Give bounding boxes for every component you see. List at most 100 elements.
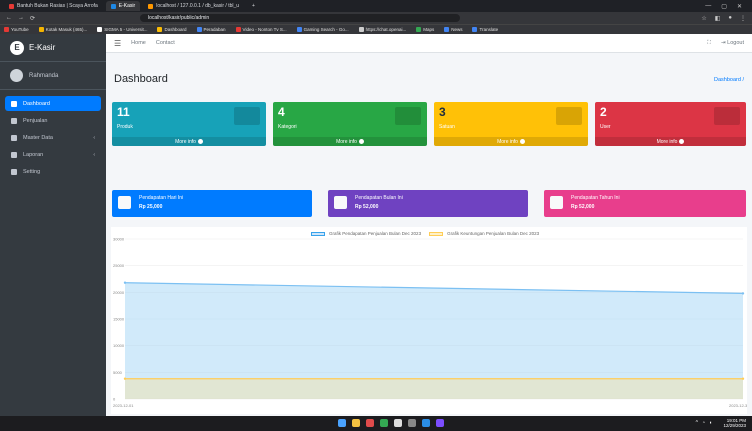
- boxes-icon: [234, 107, 260, 125]
- menu-icon[interactable]: ⋮: [740, 15, 746, 22]
- user-panel[interactable]: Rahmanda: [0, 62, 106, 90]
- wifi-icon[interactable]: ◔: [702, 420, 705, 426]
- money-icon: [118, 196, 131, 209]
- y-tick-label: 10000: [113, 343, 125, 348]
- more-info-link[interactable]: More info: [595, 137, 746, 146]
- area-chart: 0 5000 10000 15000 20000 25000 30000 2023-12-01…: [113, 237, 747, 409]
- stat-number: 11: [117, 105, 130, 119]
- more-info-link[interactable]: More info: [112, 137, 266, 146]
- obs-icon[interactable]: [394, 419, 402, 427]
- vscode-icon[interactable]: [422, 419, 430, 427]
- store-icon[interactable]: [366, 419, 374, 427]
- sidebar-item-laporan[interactable]: Laporan ‹: [5, 147, 101, 162]
- clock[interactable]: 19:01 PM 12/29/2023: [723, 418, 746, 428]
- y-tick-label: 25000: [113, 263, 125, 268]
- bookmark-news[interactable]: News: [444, 27, 462, 32]
- stat-label: Kategori: [278, 124, 297, 130]
- new-tab-button[interactable]: +: [247, 1, 260, 11]
- extensions-icon[interactable]: ◧: [715, 15, 721, 22]
- bookmark-gaming[interactable]: Gaming Search - Go...: [296, 27, 349, 32]
- info-box-tahun-ini: Pendapatan Tahun Ini Rp 52,000: [544, 190, 746, 217]
- y-tick-label: 20000: [113, 290, 125, 295]
- arrow-circle-right-icon: [519, 139, 525, 144]
- system-tray: ^ ◔ ◖: [696, 420, 712, 426]
- bookmark-star-icon[interactable]: ☆: [701, 15, 706, 22]
- close-icon[interactable]: ✕: [737, 3, 742, 10]
- money-icon: [334, 196, 347, 209]
- logout-button[interactable]: ⇥ Logout: [721, 40, 744, 47]
- bookmark-youtube[interactable]: YouTube: [4, 27, 29, 32]
- stat-box-produk: 11 Produk More info: [112, 102, 266, 146]
- maximize-icon[interactable]: ▢: [721, 3, 727, 10]
- arrow-circle-right-icon: [679, 139, 685, 144]
- minimize-icon[interactable]: —: [705, 3, 711, 10]
- money-icon: [550, 196, 563, 209]
- sidebar-nav: Dashboard Penjualan Master Data ‹ Laporan…: [0, 90, 106, 187]
- y-tick-label: 0: [113, 397, 116, 402]
- volume-icon[interactable]: ◖: [709, 420, 712, 426]
- chrome-icon[interactable]: [380, 419, 388, 427]
- series-area: [125, 378, 743, 399]
- windows-taskbar: ^ ◔ ◖ 19:01 PM 12/29/2023: [0, 416, 752, 431]
- bookmark-peradaban[interactable]: Peradaban: [196, 27, 226, 32]
- settings-icon[interactable]: [408, 419, 416, 427]
- list-icon: [556, 107, 582, 125]
- browser-tab-2[interactable]: E-Kasir: [105, 1, 141, 11]
- more-info-link[interactable]: More info: [434, 137, 588, 146]
- bookmark-gmail[interactable]: Kotak Masuk (465)...: [38, 27, 87, 32]
- taskbar-apps: [338, 419, 444, 427]
- browser-tab-3[interactable]: localhost / 127.0.0.1 / db_kasir / tbl_u: [143, 1, 244, 11]
- window-controls: — ▢ ✕: [705, 3, 752, 10]
- browser-tab-1[interactable]: Bantuh Bukan Rasias | Scaya Arrofa: [4, 1, 103, 11]
- windows-start-icon[interactable]: [338, 419, 346, 427]
- stat-box-satuan: 3 Satuan More info: [434, 102, 588, 146]
- nav-contact-link[interactable]: Contact: [156, 40, 175, 46]
- x-tick-label: 2023-12-31: [729, 403, 747, 408]
- media-icon[interactable]: [436, 419, 444, 427]
- table-icon: [11, 134, 17, 141]
- back-icon[interactable]: ←: [6, 15, 12, 21]
- sidebar-item-dashboard[interactable]: Dashboard: [5, 96, 101, 111]
- stat-label: User: [600, 124, 611, 130]
- bookmark-sigma[interactable]: SIGMA 5 - Universit...: [97, 27, 147, 32]
- hamburger-icon[interactable]: ☰: [114, 39, 121, 48]
- fullscreen-icon[interactable]: ⛶: [707, 40, 711, 47]
- sidebar-item-setting[interactable]: Setting: [5, 164, 101, 179]
- sidebar-item-penjualan[interactable]: Penjualan: [5, 113, 101, 128]
- breadcrumb[interactable]: Dashboard /: [714, 77, 744, 83]
- bookmark-dashboard[interactable]: Dashboard: [157, 27, 187, 32]
- url-input[interactable]: localhost/kasir/public/admin: [140, 14, 460, 22]
- bookmark-translate[interactable]: Translate: [472, 27, 498, 32]
- stat-number: 2: [600, 105, 607, 119]
- browser-tabbar: Bantuh Bukan Rasias | Scaya Arrofa E-Kas…: [0, 0, 752, 12]
- chart-card: Grafik Pendapatan Penjualan Bulan Dec 20…: [111, 227, 747, 414]
- bookmark-chatgpt[interactable]: https://chat.openai...: [358, 27, 406, 32]
- stat-number: 3: [439, 105, 446, 119]
- brand-link[interactable]: E E-Kasir: [0, 34, 106, 62]
- nav-home-link[interactable]: Home: [131, 40, 146, 46]
- reload-icon[interactable]: ⟳: [30, 15, 35, 22]
- more-info-link[interactable]: More info: [273, 137, 427, 146]
- tab-favicon-icon: [110, 3, 116, 9]
- page-title: Dashboard: [114, 73, 168, 85]
- gear-icon: [11, 168, 17, 175]
- address-bar-row: ← → ⟳ localhost/kasir/public/admin ☆ ◧ ●…: [0, 12, 752, 24]
- file-explorer-icon[interactable]: [352, 419, 360, 427]
- stat-label: Produk: [117, 124, 133, 130]
- forward-icon[interactable]: →: [18, 15, 24, 21]
- tab-favicon-icon: [148, 3, 154, 9]
- stat-box-user: 2 User More info: [595, 102, 746, 146]
- data-point: [123, 377, 127, 380]
- bookmark-maps[interactable]: Maps: [416, 27, 434, 32]
- bookmark-video[interactable]: Video - Nonton Tv S...: [235, 27, 287, 32]
- x-tick-label: 2023-12-01: [113, 403, 134, 408]
- profile-icon[interactable]: ●: [728, 15, 732, 22]
- brand-name: E-Kasir: [29, 43, 56, 52]
- avatar: [10, 69, 23, 82]
- chevron-up-icon[interactable]: ^: [696, 420, 698, 426]
- y-tick-label: 15000: [113, 317, 125, 322]
- chevron-left-icon: ‹: [93, 134, 95, 141]
- sidebar-item-master-data[interactable]: Master Data ‹: [5, 130, 101, 145]
- info-box-hari-ini: Pendapatan Hari Ini Rp 25,000: [112, 190, 312, 217]
- sidebar: E E-Kasir Rahmanda Dashboard Penjualan M…: [0, 34, 106, 416]
